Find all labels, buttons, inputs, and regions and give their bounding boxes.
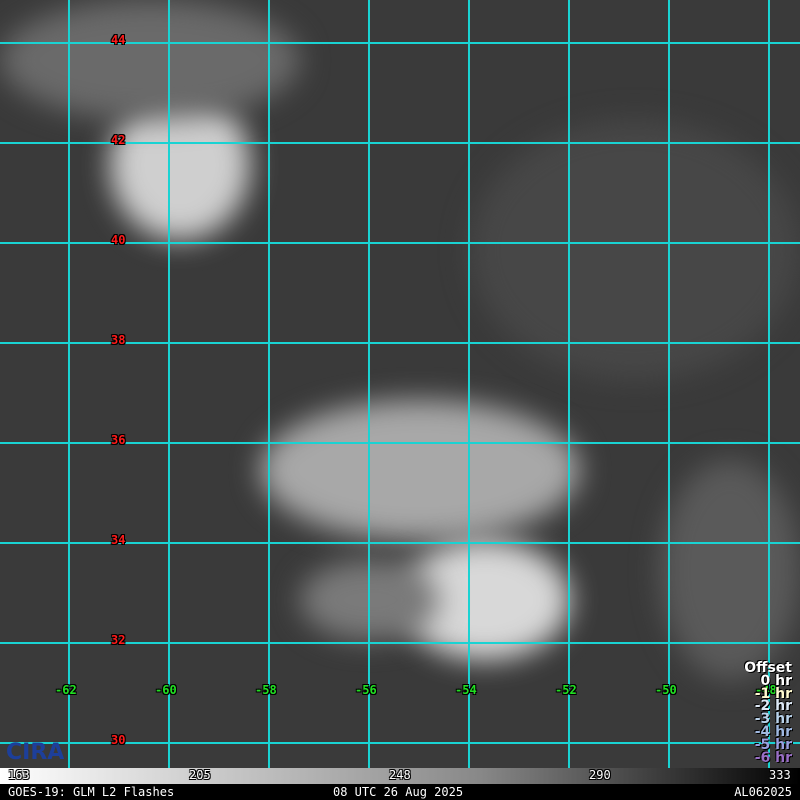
longitude-line [268,0,270,768]
footer-bar: GOES-19: GLM L2 Flashes 08 UTC 26 Aug 20… [0,784,800,800]
latitude-label: 30 [111,733,126,747]
latitude-label: 40 [111,233,126,247]
latitude-label: 36 [111,433,126,447]
timestamp: 08 UTC 26 Aug 2025 [333,785,464,799]
colorbar-tick: 333 [769,768,791,782]
storm-id: AL062025 [734,785,792,799]
cloud [260,400,580,540]
longitude-label: -62 [55,683,77,697]
longitude-line [68,0,70,768]
longitude-line [768,0,770,768]
cloud [0,0,300,120]
latitude-label: 32 [111,633,126,647]
colorbar-tick: 163 [8,768,30,782]
longitude-line [468,0,470,768]
cloud [470,120,800,380]
longitude-line [668,0,670,768]
latitude-label: 34 [111,533,126,547]
product-title: GOES-19: GLM L2 Flashes [8,785,175,799]
colorbar-tick: 248 [389,768,411,782]
colorbar-tick: 205 [189,768,211,782]
latitude-label: 38 [111,333,126,347]
cloud [300,560,440,640]
legend-item: -6 hr [754,749,792,766]
offset-legend: Offset 0 hr -1 hr -2 hr -3 hr -4 hr -5 hr -6 h… [744,661,792,766]
longitude-line [368,0,370,768]
longitude-line [568,0,570,768]
cira-logo: CIRA [6,740,65,765]
longitude-line [168,0,170,768]
longitude-label: -50 [655,683,677,697]
longitude-label: -52 [555,683,577,697]
cloud [660,460,800,680]
satellite-map: 44 42 40 38 36 34 32 30 -62 -60 -58 -56 -54 -52 -50 -48 [0,0,800,768]
longitude-label: -54 [455,683,477,697]
longitude-label: -58 [255,683,277,697]
latitude-label: 44 [111,33,126,47]
colorbar-tick: 290 [589,768,611,782]
longitude-label: -56 [355,683,377,697]
longitude-label: -60 [155,683,177,697]
latitude-label: 42 [111,133,126,147]
